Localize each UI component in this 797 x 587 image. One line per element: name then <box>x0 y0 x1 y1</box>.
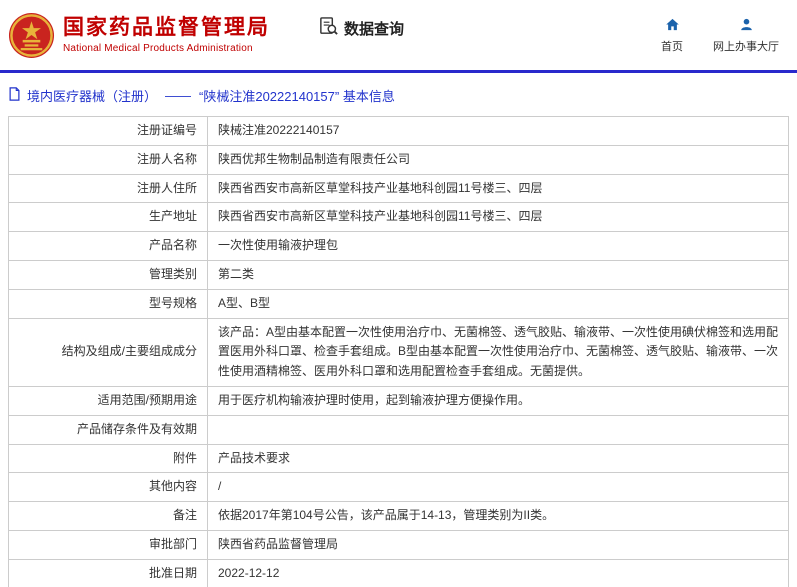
breadcrumb-category[interactable]: 境内医疗器械（注册） <box>27 86 157 105</box>
row-value: 第二类 <box>208 260 789 289</box>
top-nav: 首页 网上办事大厅 <box>661 17 779 54</box>
data-query-section: 数据查询 <box>318 16 404 41</box>
table-row: 注册证编号 陕械注准20222140157 <box>9 117 789 146</box>
nav-online-hall[interactable]: 网上办事大厅 <box>713 17 779 54</box>
nav-online-hall-label: 网上办事大厅 <box>713 38 779 54</box>
row-label: 注册人名称 <box>9 145 208 174</box>
org-name-en: National Medical Products Administration <box>63 43 270 54</box>
row-label: 结构及组成/主要组成成分 <box>9 318 208 386</box>
table-row: 附件 产品技术要求 <box>9 444 789 473</box>
row-label: 型号规格 <box>9 289 208 318</box>
nav-home[interactable]: 首页 <box>661 17 683 54</box>
row-label: 产品储存条件及有效期 <box>9 415 208 444</box>
page: 国家药品监督管理局 National Medical Products Admi… <box>0 0 797 587</box>
table-row: 适用范围/预期用途 用于医疗机构输液护理时使用，起到输液护理方便操作用。 <box>9 386 789 415</box>
row-value: 陕西省西安市高新区草堂科技产业基地科创园11号楼三、四层 <box>208 203 789 232</box>
table-row: 其他内容 / <box>9 473 789 502</box>
table-row: 产品储存条件及有效期 <box>9 415 789 444</box>
person-icon <box>739 17 754 35</box>
document-icon <box>8 87 21 104</box>
table-row: 型号规格 A型、B型 <box>9 289 789 318</box>
nav-home-label: 首页 <box>661 38 683 54</box>
row-value: 用于医疗机构输液护理时使用，起到输液护理方便操作用。 <box>208 386 789 415</box>
national-emblem-logo <box>8 12 55 59</box>
row-label: 附件 <box>9 444 208 473</box>
org-name-cn: 国家药品监督管理局 <box>63 16 270 40</box>
table-row: 管理类别 第二类 <box>9 260 789 289</box>
breadcrumb: 境内医疗器械（注册） —— “陕械注准20222140157” 基本信息 <box>0 73 797 116</box>
data-query-label: 数据查询 <box>344 18 404 39</box>
row-value: 依据2017年第104号公告，该产品属于14-13，管理类别为II类。 <box>208 502 789 531</box>
breadcrumb-separator: —— <box>165 88 191 103</box>
row-label: 备注 <box>9 502 208 531</box>
row-value: 该产品：A型由基本配置一次性使用治疗巾、无菌棉签、透气胶贴、输液带、一次性使用碘… <box>208 318 789 386</box>
site-header: 国家药品监督管理局 National Medical Products Admi… <box>0 0 797 70</box>
row-label: 审批部门 <box>9 530 208 559</box>
row-value: A型、B型 <box>208 289 789 318</box>
table-row: 审批部门 陕西省药品监督管理局 <box>9 530 789 559</box>
row-label: 注册证编号 <box>9 117 208 146</box>
breadcrumb-title: “陕械注准20222140157” 基本信息 <box>199 86 395 105</box>
row-value: / <box>208 473 789 502</box>
row-label: 生产地址 <box>9 203 208 232</box>
row-value: 陕西省药品监督管理局 <box>208 530 789 559</box>
row-value: 2022-12-12 <box>208 559 789 587</box>
home-icon <box>665 17 680 35</box>
row-label: 批准日期 <box>9 559 208 587</box>
row-value: 一次性使用输液护理包 <box>208 232 789 261</box>
row-label: 产品名称 <box>9 232 208 261</box>
brand: 国家药品监督管理局 National Medical Products Admi… <box>8 12 270 59</box>
table-row: 注册人名称 陕西优邦生物制品制造有限责任公司 <box>9 145 789 174</box>
row-label: 适用范围/预期用途 <box>9 386 208 415</box>
row-value: 陕械注准20222140157 <box>208 117 789 146</box>
document-search-icon <box>318 16 339 41</box>
table-row: 结构及组成/主要组成成分 该产品：A型由基本配置一次性使用治疗巾、无菌棉签、透气… <box>9 318 789 386</box>
brand-text: 国家药品监督管理局 National Medical Products Admi… <box>63 16 270 53</box>
row-label: 注册人住所 <box>9 174 208 203</box>
registration-info-table: 注册证编号 陕械注准20222140157 注册人名称 陕西优邦生物制品制造有限… <box>8 116 789 587</box>
row-value: 产品技术要求 <box>208 444 789 473</box>
table-row: 备注 依据2017年第104号公告，该产品属于14-13，管理类别为II类。 <box>9 502 789 531</box>
row-value: 陕西优邦生物制品制造有限责任公司 <box>208 145 789 174</box>
row-label: 管理类别 <box>9 260 208 289</box>
table-row: 生产地址 陕西省西安市高新区草堂科技产业基地科创园11号楼三、四层 <box>9 203 789 232</box>
row-value: 陕西省西安市高新区草堂科技产业基地科创园11号楼三、四层 <box>208 174 789 203</box>
table-row: 产品名称 一次性使用输液护理包 <box>9 232 789 261</box>
row-value <box>208 415 789 444</box>
table-row: 批准日期 2022-12-12 <box>9 559 789 587</box>
table-row: 注册人住所 陕西省西安市高新区草堂科技产业基地科创园11号楼三、四层 <box>9 174 789 203</box>
row-label: 其他内容 <box>9 473 208 502</box>
